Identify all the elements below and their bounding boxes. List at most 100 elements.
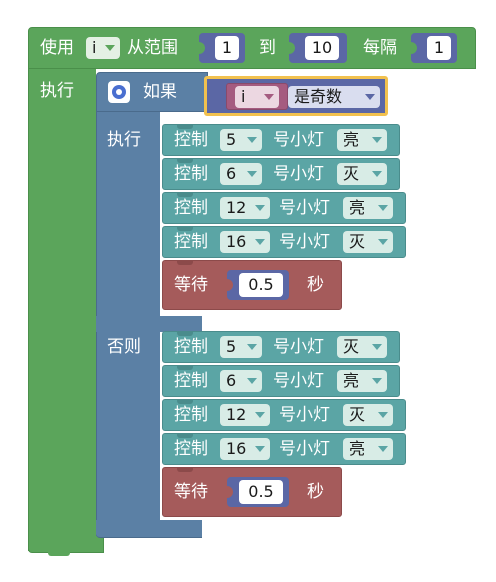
for-loop-next-connector [48,549,70,556]
loop-variable-dropdown[interactable]: i [86,37,120,59]
chevron-down-icon [378,412,388,418]
gear-icon[interactable] [108,81,130,103]
pin-dropdown[interactable]: 16 [220,438,270,460]
light-control-block[interactable]: 控制 6 号小灯 灭 [162,158,400,190]
condition-variable-dropdown[interactable]: i [235,86,279,108]
pin-dropdown[interactable]: 12 [220,197,270,219]
block-notch [177,192,193,197]
end-value-input[interactable]: 10 [305,36,339,60]
state-dropdown[interactable]: 灭 [337,163,387,185]
wait-block[interactable]: 等待 0.5 秒 [162,467,342,517]
seconds-label: 秒 [307,275,324,295]
block-notch [177,399,193,404]
wait-value-socket: 0.5 [227,477,289,507]
light-control-block[interactable]: 控制 5 号小灯 灭 [162,331,400,363]
chevron-down-icon [247,378,257,384]
block-notch [177,331,193,336]
control-label: 控制 [174,164,208,184]
pin-value: 5 [226,337,237,356]
condition-test-value: 是奇数 [294,87,343,106]
chevron-down-icon [255,239,265,245]
for-loop-block[interactable]: 使用 i 从范围 1 到 10 每隔 1 [28,27,476,69]
wait-value-socket: 0.5 [227,270,289,300]
light-unit-label: 号小灯 [273,371,324,391]
if-block-footer [96,520,202,538]
chevron-down-icon [378,205,388,211]
start-value-socket: 1 [199,33,245,63]
light-unit-label: 号小灯 [273,164,324,184]
chevron-down-icon [372,171,382,177]
state-dropdown[interactable]: 亮 [337,129,387,151]
use-label: 使用 [40,38,74,58]
pin-value: 12 [226,405,247,424]
pin-dropdown[interactable]: 12 [220,404,270,426]
control-label: 控制 [174,405,208,425]
state-value: 亮 [349,198,366,217]
wait-seconds-input[interactable]: 0.5 [239,480,283,504]
condition-test-dropdown[interactable]: 是奇数 [288,86,380,108]
to-label: 到 [259,38,276,58]
state-value: 灭 [349,232,366,251]
state-dropdown[interactable]: 亮 [337,370,387,392]
step-value-socket: 1 [411,33,457,63]
pin-value: 5 [226,130,237,149]
from-range-label: 从范围 [127,38,178,58]
pin-dropdown[interactable]: 6 [220,163,262,185]
light-control-block[interactable]: 控制 5 号小灯 亮 [162,124,400,156]
pin-value: 6 [226,371,237,390]
control-label: 控制 [174,130,208,150]
state-value: 灭 [343,337,360,356]
chevron-down-icon [372,344,382,350]
light-unit-label: 号小灯 [279,198,330,218]
then-label: 执行 [107,130,141,150]
block-notch [177,433,193,438]
step-value-input[interactable]: 1 [427,36,451,60]
state-dropdown[interactable]: 灭 [343,231,393,253]
socket-notch [227,486,233,498]
light-unit-label: 号小灯 [279,439,330,459]
chevron-down-icon [255,412,265,418]
wait-block[interactable]: 等待 0.5 秒 [162,260,342,310]
pin-value: 16 [226,439,247,458]
block-notch [177,124,193,129]
control-label: 控制 [174,232,208,252]
start-value-input[interactable]: 1 [215,36,239,60]
socket-notch [199,42,205,54]
chevron-down-icon [247,344,257,350]
pin-dropdown[interactable]: 6 [220,370,262,392]
chevron-down-icon [255,205,265,211]
block-notch [177,365,193,370]
light-control-block[interactable]: 控制 16 号小灯 灭 [162,226,406,258]
light-control-block[interactable]: 控制 16 号小灯 亮 [162,433,406,465]
block-notch [177,226,193,231]
wait-seconds-input[interactable]: 0.5 [239,273,283,297]
if-label: 如果 [143,82,177,102]
condition-variable-value: i [241,87,246,106]
do-label: 执行 [40,81,74,101]
state-dropdown[interactable]: 亮 [343,438,393,460]
chevron-down-icon [365,94,375,100]
light-control-block[interactable]: 控制 6 号小灯 亮 [162,365,400,397]
state-value: 亮 [343,130,360,149]
else-label: 否则 [107,337,141,357]
chevron-down-icon [378,446,388,452]
state-dropdown[interactable]: 灭 [337,336,387,358]
socket-notch [289,42,295,54]
chevron-down-icon [105,45,115,51]
light-unit-label: 号小灯 [279,232,330,252]
chevron-down-icon [372,137,382,143]
pin-dropdown[interactable]: 5 [220,336,262,358]
step-label: 每隔 [363,38,397,58]
pin-dropdown[interactable]: 16 [220,231,270,253]
socket-notch [227,279,233,291]
light-control-block[interactable]: 控制 12 号小灯 亮 [162,192,406,224]
light-control-block[interactable]: 控制 12 号小灯 灭 [162,399,406,431]
state-value: 灭 [343,164,360,183]
state-dropdown[interactable]: 灭 [343,404,393,426]
state-dropdown[interactable]: 亮 [343,197,393,219]
variable-block[interactable]: i [226,83,288,110]
pin-dropdown[interactable]: 5 [220,129,262,151]
block-notch [177,260,193,265]
chevron-down-icon [247,137,257,143]
if-else-divider [96,316,202,332]
